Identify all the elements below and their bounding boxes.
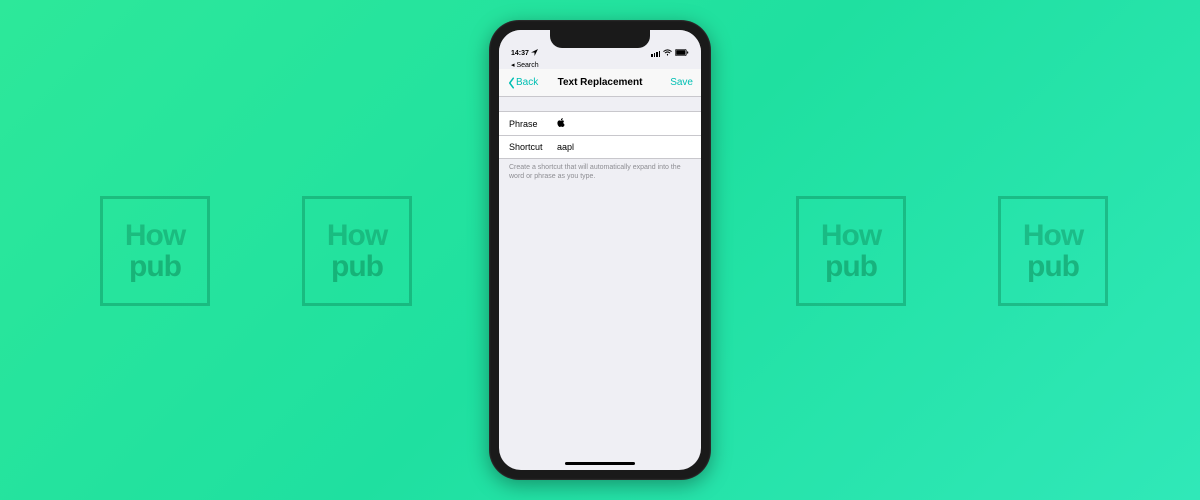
cellular-icon [651,51,660,57]
hint-text: Create a shortcut that will automaticall… [499,159,701,181]
shortcut-row[interactable]: Shortcut aapl [499,136,701,159]
shortcut-label: Shortcut [509,142,557,152]
back-button[interactable]: Back [507,77,538,89]
page-title: Text Replacement [558,77,643,88]
nav-bar: Back Text Replacement Save [499,69,701,97]
watermark-logo: Howpub [302,196,412,306]
save-button[interactable]: Save [670,77,693,88]
phrase-input[interactable] [557,118,691,129]
phone-screen: 14:37 ◂ Search Back [499,30,701,470]
status-time: 14:37 [511,50,529,57]
chevron-left-icon [507,77,516,89]
phone-frame: 14:37 ◂ Search Back [489,20,711,480]
shortcut-input[interactable]: aapl [557,142,691,152]
phone-notch [550,30,650,48]
home-indicator[interactable] [565,462,635,465]
battery-icon [675,49,689,58]
wifi-icon [663,49,672,58]
watermark-logo: Howpub [998,196,1108,306]
chevron-left-icon: ◂ [511,62,515,69]
watermark-logo: Howpub [100,196,210,306]
apple-logo-icon [557,119,565,129]
location-icon [531,49,538,58]
phrase-row[interactable]: Phrase [499,111,701,136]
phrase-label: Phrase [509,119,557,129]
watermark-logo: Howpub [796,196,906,306]
breadcrumb-search[interactable]: ◂ Search [499,60,701,69]
